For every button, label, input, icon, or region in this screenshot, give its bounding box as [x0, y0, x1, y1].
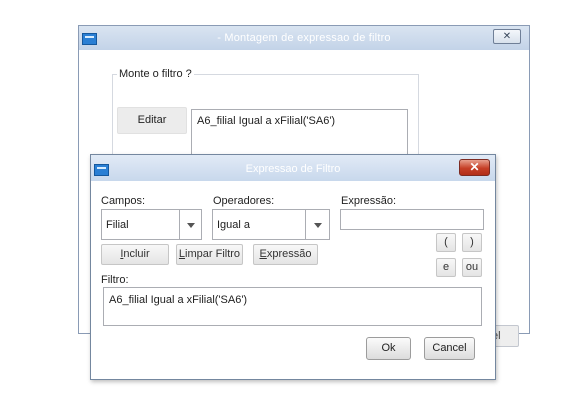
open-paren-button[interactable]: ( [436, 233, 456, 252]
close-icon: ✕ [469, 160, 480, 174]
ok-button[interactable]: Ok [366, 337, 411, 360]
or-button[interactable]: ou [462, 258, 482, 277]
filter-expression-dialog: Expressao de Filtro ✕ Campos: Filial Ope… [90, 154, 496, 380]
operadores-label: Operadores: [213, 195, 275, 207]
chevron-down-icon[interactable] [314, 223, 322, 228]
expressao-label: Expressão: [341, 195, 397, 207]
filtro-text: A6_filial Igual a xFilial('SA6') [109, 294, 248, 306]
campos-selected-value: Filial [106, 219, 129, 231]
outer-titlebar[interactable]: - Montagem de expressao de filtro ✕ [79, 26, 529, 50]
include-button[interactable]: Incluir [101, 244, 169, 265]
expressao-input[interactable] [340, 209, 484, 230]
expression-button[interactable]: Expressão [253, 244, 318, 265]
close-icon: ✕ [502, 31, 512, 42]
include-button-label: ncluir [123, 248, 150, 260]
and-button[interactable]: e [436, 258, 456, 277]
clear-filter-button[interactable]: Limpar Filtro [176, 244, 243, 265]
campos-select[interactable]: Filial [101, 209, 202, 240]
dialog-title: Expressao de Filtro [245, 163, 341, 175]
edit-button[interactable]: Editar [117, 107, 187, 134]
groupbox-label: Monte o filtro ? [117, 68, 194, 80]
operadores-select[interactable]: Igual a [212, 209, 330, 240]
campos-label: Campos: [101, 195, 146, 207]
cancel-button[interactable]: Cancel [424, 337, 475, 360]
dialog-close-button[interactable]: ✕ [459, 159, 490, 176]
outer-close-button[interactable]: ✕ [493, 29, 521, 44]
filtro-textbox[interactable]: A6_filial Igual a xFilial('SA6') [103, 287, 482, 326]
combo-separator [179, 210, 180, 239]
clear-filter-button-label: impar Filtro [185, 248, 241, 260]
close-paren-button[interactable]: ) [462, 233, 482, 252]
operadores-selected-value: Igual a [217, 219, 251, 231]
expression-button-label: xpressão [266, 248, 312, 260]
chevron-down-icon[interactable] [187, 223, 195, 228]
dialog-titlebar[interactable]: Expressao de Filtro ✕ [91, 155, 495, 181]
combo-separator [305, 210, 306, 239]
mnemonic-letter: E [259, 248, 267, 260]
outer-window-title: - Montagem de expressao de filtro [217, 32, 391, 44]
filtro-label: Filtro: [101, 274, 129, 286]
